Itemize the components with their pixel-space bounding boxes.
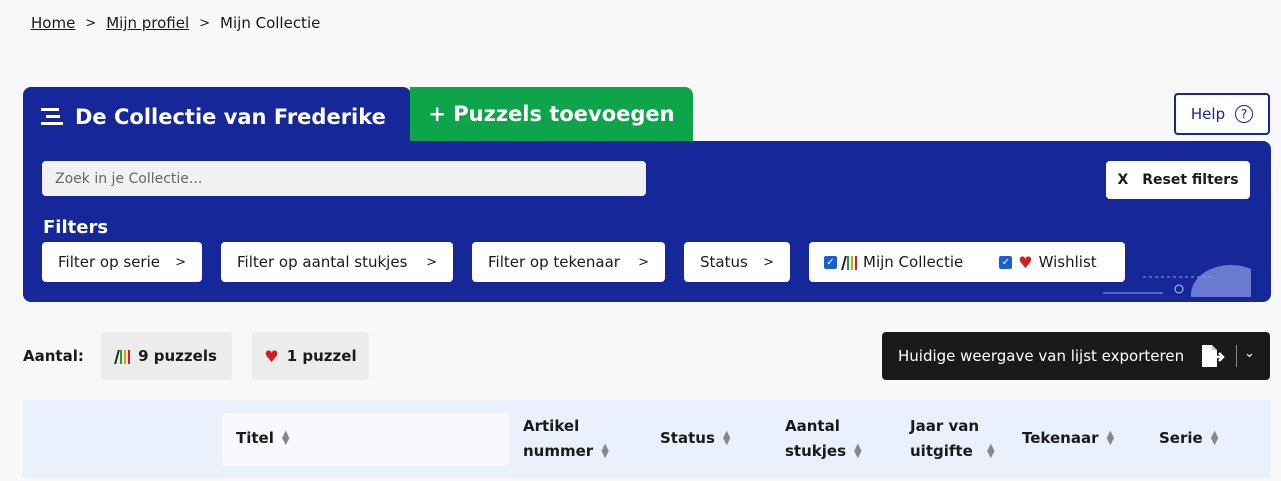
filter-stukjes-label: Filter op aantal stukjes — [237, 253, 408, 271]
column-serie-label: Serie — [1159, 429, 1203, 447]
column-titel-label: Titel — [236, 429, 274, 447]
tab-add-puzzles[interactable]: + Puzzels toevoegen — [410, 87, 693, 141]
sort-icon: ▲ ▼ — [1210, 429, 1219, 447]
chevron-right-icon: > — [85, 15, 97, 31]
sort-icon: ▲ ▼ — [281, 429, 290, 447]
search-input[interactable] — [42, 161, 646, 196]
breadcrumb-home[interactable]: Home — [31, 14, 75, 32]
decoration-illustration — [1103, 264, 1251, 297]
breadcrumb-current: Mijn Collectie — [220, 14, 321, 32]
puzzle-count-label: 9 puzzels — [138, 347, 217, 365]
export-file-icon — [1202, 345, 1225, 367]
puzzle-bars-icon — [841, 255, 857, 270]
wishlist-count-button[interactable]: ♥ 1 puzzel — [252, 332, 369, 380]
tab-collection-label: De Collectie van Frederike — [75, 105, 386, 129]
chevron-right-icon: > — [426, 254, 437, 270]
wishlist-checkbox[interactable]: ✓ — [999, 255, 1013, 269]
reset-filters-button[interactable]: X Reset filters — [1106, 161, 1250, 199]
wishlist-count-label: 1 puzzel — [286, 347, 357, 365]
filter-tekenaar-button[interactable]: Filter op tekenaar > — [472, 242, 665, 282]
sort-icon: ▲ ▼ — [1106, 429, 1115, 447]
question-icon: ? — [1235, 105, 1254, 123]
chevron-right-icon: > — [763, 254, 774, 270]
column-tekenaar-label: Tekenaar — [1022, 429, 1099, 447]
column-tekenaar[interactable]: Tekenaar ▲ ▼ — [1022, 426, 1114, 451]
column-jaar-label: Jaar van uitgifte — [910, 417, 980, 460]
help-label: Help — [1190, 105, 1226, 123]
sort-icon: ▲ ▼ — [987, 442, 995, 460]
filters-heading: Filters — [43, 217, 109, 238]
count-label: Aantal: — [23, 347, 84, 365]
chevron-right-icon: > — [199, 15, 211, 31]
list-icon — [41, 108, 63, 125]
column-aantal-stukjes[interactable]: Aantal stukjes ▲ ▼ — [785, 414, 862, 464]
heart-icon: ♥ — [264, 346, 279, 366]
column-status-label: Status — [660, 429, 715, 447]
column-serie[interactable]: Serie ▲ ▼ — [1159, 426, 1218, 451]
filter-stukjes-button[interactable]: Filter op aantal stukjes > — [221, 242, 453, 282]
collection-check-label: Mijn Collectie — [863, 253, 964, 271]
help-button[interactable]: Help ? — [1174, 93, 1270, 135]
filter-status-button[interactable]: Status > — [684, 242, 790, 282]
puzzle-count-button[interactable]: 9 puzzels — [101, 332, 232, 380]
reset-filters-label: Reset filters — [1142, 172, 1239, 188]
sort-icon: ▲ ▼ — [601, 442, 609, 460]
sort-icon: ▲ ▼ — [722, 429, 731, 447]
column-artikelnummer[interactable]: Artikel nummer ▲ ▼ — [523, 414, 609, 464]
column-jaar[interactable]: Jaar van uitgifte ▲ ▼ — [910, 414, 995, 464]
chevron-right-icon: > — [175, 254, 186, 270]
collection-toggles: ✓ Mijn Collectie ✓ ♥ Wishlist — [809, 242, 1125, 282]
export-button[interactable]: Huidige weergave van lijst exporteren ⌄ — [882, 332, 1270, 380]
breadcrumb: Home > Mijn profiel > Mijn Collectie — [31, 14, 320, 32]
heart-icon: ♥ — [1018, 252, 1033, 272]
filter-tekenaar-label: Filter op tekenaar — [488, 253, 620, 271]
filter-panel: X Reset filters Filters Filter op serie … — [23, 141, 1271, 302]
filter-serie-button[interactable]: Filter op serie > — [42, 242, 202, 282]
table-header: Titel ▲ ▼ Artikel nummer ▲ ▼ Status ▲ ▼ Aant… — [23, 400, 1271, 478]
chevron-right-icon: > — [638, 254, 649, 270]
column-status[interactable]: Status ▲ ▼ — [660, 426, 731, 451]
column-aantal-label: Aantal stukjes — [785, 417, 846, 460]
chevron-down-icon[interactable]: ⌄ — [1244, 346, 1255, 361]
collection-checkbox[interactable]: ✓ — [824, 255, 837, 269]
breadcrumb-profile[interactable]: Mijn profiel — [106, 14, 189, 32]
column-titel[interactable]: Titel ▲ ▼ — [236, 426, 290, 451]
filter-serie-label: Filter op serie — [58, 253, 160, 271]
sort-icon: ▲ ▼ — [854, 442, 862, 460]
close-icon: X — [1117, 172, 1129, 188]
tab-collection[interactable]: De Collectie van Frederike — [23, 87, 411, 147]
wishlist-check-label: Wishlist — [1038, 253, 1097, 271]
puzzle-bars-icon — [114, 349, 131, 364]
filter-status-label: Status — [700, 253, 748, 271]
export-label: Huidige weergave van lijst exporteren — [898, 347, 1185, 365]
column-artikelnummer-label: Artikel nummer — [523, 417, 594, 460]
